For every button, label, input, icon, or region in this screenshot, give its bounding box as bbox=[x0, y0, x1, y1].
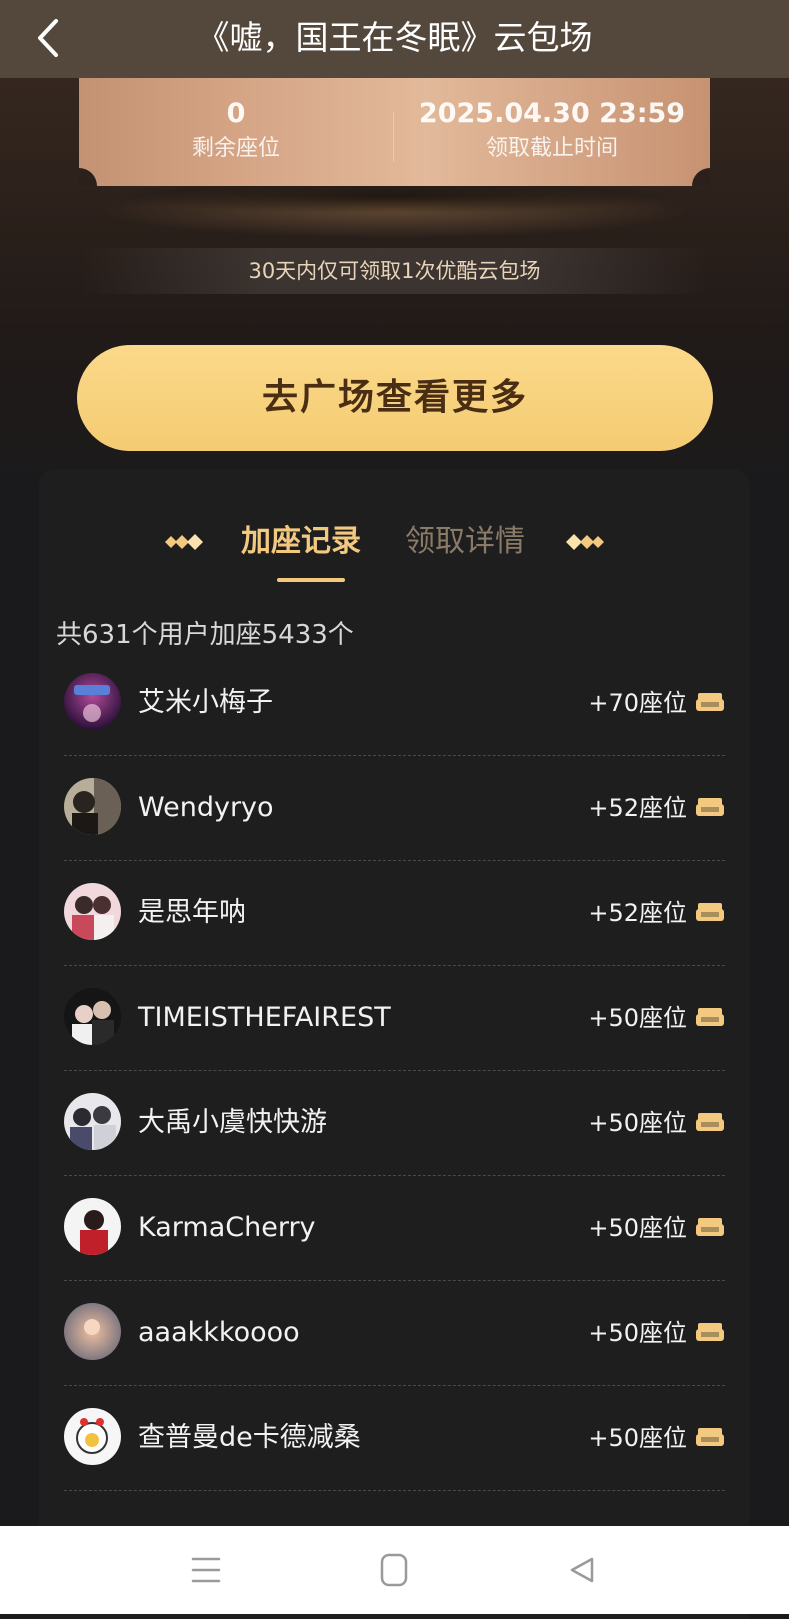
seat-count: +50座位 bbox=[588, 1424, 687, 1452]
tab-seat-records[interactable]: 加座记录 bbox=[241, 519, 361, 565]
avatar bbox=[64, 1198, 121, 1255]
user-name: aaakkkoooo bbox=[138, 1317, 300, 1348]
avatar bbox=[64, 1408, 121, 1465]
deadline-stat: 2025.04.30 23:59 领取截止时间 bbox=[394, 96, 710, 166]
user-name: TIMEISTHEFAIREST bbox=[138, 1002, 391, 1033]
sofa-icon bbox=[696, 903, 724, 921]
sofa-icon bbox=[696, 1218, 724, 1236]
user-name: Wendyryo bbox=[138, 792, 274, 823]
seat-count: +70座位 bbox=[588, 689, 687, 717]
sofa-icon bbox=[696, 1008, 724, 1026]
user-name: 艾米小梅子 bbox=[138, 687, 273, 718]
list-item[interactable]: Wendyryo +52座位 bbox=[64, 756, 725, 861]
header-bar: 《嘘，国王在冬眠》云包场 bbox=[0, 0, 789, 78]
list-item[interactable]: KarmaCherry +50座位 bbox=[64, 1176, 725, 1281]
seat-count: +50座位 bbox=[588, 1109, 687, 1137]
user-name: 大禹小虞快快游 bbox=[138, 1107, 327, 1138]
deadline-value: 2025.04.30 23:59 bbox=[418, 98, 686, 129]
ticket-shadow bbox=[50, 186, 739, 226]
list-item[interactable]: 是思年呐 +52座位 bbox=[64, 861, 725, 966]
avatar bbox=[64, 988, 121, 1045]
avatar bbox=[64, 883, 121, 940]
seat-count: +50座位 bbox=[588, 1319, 687, 1347]
back-triangle-icon[interactable] bbox=[552, 1544, 612, 1596]
remaining-seats-value: 0 bbox=[226, 98, 246, 129]
list-item[interactable]: 查普曼de卡德减桑 +50座位 bbox=[64, 1386, 725, 1491]
user-name: KarmaCherry bbox=[138, 1212, 316, 1243]
notice-banner: 30天内仅可领取1次优酷云包场 bbox=[79, 248, 710, 294]
ticket-notch-right bbox=[692, 168, 710, 186]
records-panel: 加座记录 领取详情 共631个用户加座5433个 艾米小梅子 +70座位 Wen… bbox=[39, 469, 750, 1619]
ticket-notch-left bbox=[79, 168, 97, 186]
seat-count: +52座位 bbox=[588, 899, 687, 927]
list-item[interactable]: TIMEISTHEFAIREST +50座位 bbox=[64, 966, 725, 1071]
diamonds-left-icon bbox=[165, 534, 203, 550]
avatar bbox=[64, 1303, 121, 1360]
tab-bar: 加座记录 领取详情 bbox=[39, 519, 750, 599]
system-nav-bar bbox=[0, 1526, 789, 1614]
avatar bbox=[64, 778, 121, 835]
deadline-label: 领取截止时间 bbox=[485, 136, 618, 161]
remaining-seats-stat: 0 剩余座位 bbox=[79, 96, 393, 166]
page-title: 《嘘，国王在冬眠》云包场 bbox=[196, 18, 593, 57]
sofa-icon bbox=[696, 798, 724, 816]
go-to-plaza-button[interactable]: 去广场查看更多 bbox=[77, 345, 713, 451]
seat-count: +50座位 bbox=[588, 1214, 687, 1242]
diamonds-right-icon bbox=[566, 534, 604, 550]
sofa-icon bbox=[696, 1323, 724, 1341]
list-item[interactable]: aaakkkoooo +50座位 bbox=[64, 1281, 725, 1386]
sofa-icon bbox=[696, 1428, 724, 1446]
records-summary: 共631个用户加座5433个 bbox=[56, 620, 354, 650]
sofa-icon bbox=[696, 1113, 724, 1131]
user-name: 查普曼de卡德减桑 bbox=[138, 1422, 361, 1453]
list-item[interactable]: 大禹小虞快快游 +50座位 bbox=[64, 1071, 725, 1176]
active-tab-indicator bbox=[277, 578, 345, 582]
seat-count: +52座位 bbox=[588, 794, 687, 822]
ticket-card: 0 剩余座位 2025.04.30 23:59 领取截止时间 bbox=[79, 78, 710, 186]
remaining-seats-label: 剩余座位 bbox=[191, 136, 280, 161]
menu-icon[interactable] bbox=[176, 1544, 236, 1596]
records-list: 艾米小梅子 +70座位 Wendyryo +52座位 是思年呐 +52座位 TI… bbox=[39, 651, 750, 1491]
list-item[interactable]: 艾米小梅子 +70座位 bbox=[64, 651, 725, 756]
chevron-left-icon[interactable] bbox=[28, 12, 68, 64]
user-name: 是思年呐 bbox=[138, 897, 246, 928]
home-icon[interactable] bbox=[364, 1544, 424, 1596]
tab-claim-details[interactable]: 领取详情 bbox=[405, 519, 525, 565]
sofa-icon bbox=[696, 693, 724, 711]
seat-count: +50座位 bbox=[588, 1004, 687, 1032]
avatar bbox=[64, 673, 121, 730]
avatar bbox=[64, 1093, 121, 1150]
